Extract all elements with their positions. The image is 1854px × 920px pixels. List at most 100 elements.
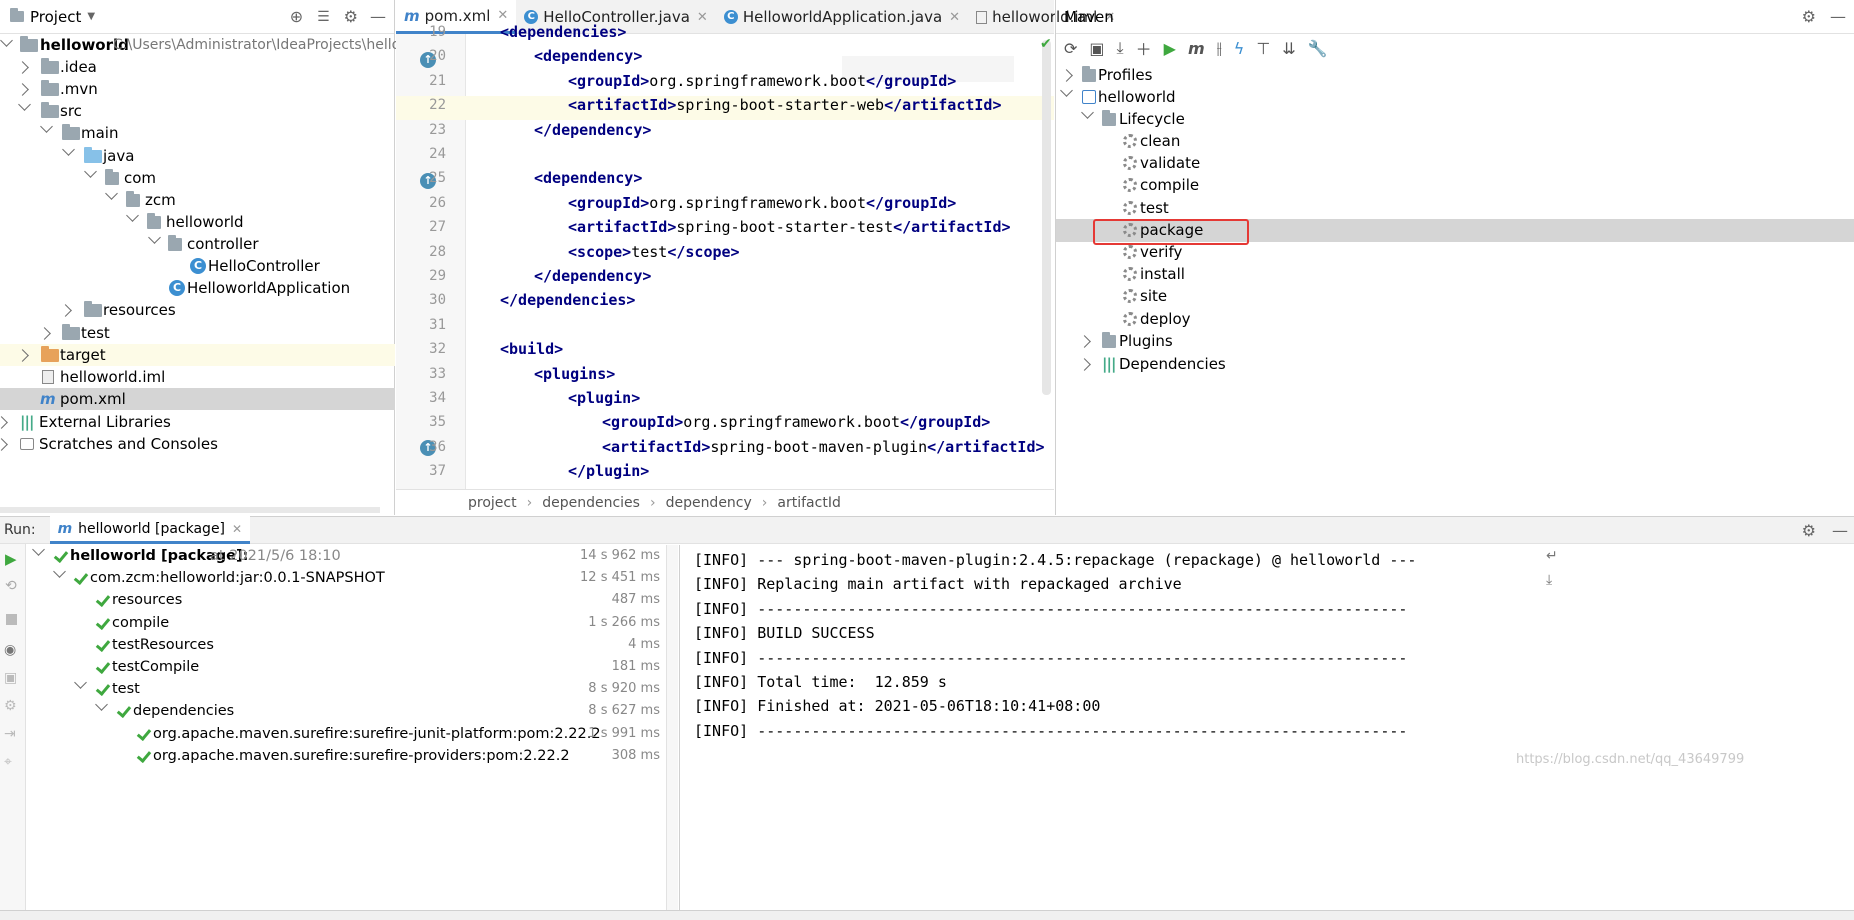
collapse-all-icon[interactable]: ⇊ xyxy=(1282,39,1295,58)
tree-item[interactable]: C HelloController xyxy=(0,255,395,277)
chevron-down-icon[interactable] xyxy=(95,698,108,712)
chevron-right-icon[interactable] xyxy=(59,304,72,317)
chevron-down-icon[interactable]: ▼ xyxy=(87,11,95,22)
chevron-down-icon[interactable] xyxy=(1060,84,1073,97)
run-tree-item[interactable]: org.apache.maven.surefire:surefire-junit… xyxy=(26,723,666,745)
tree-item-root[interactable]: helloworld C:\Users\Administrator\IdeaPr… xyxy=(0,34,426,56)
run-tree-item[interactable]: helloworld [package]: at 2021/5/6 18:10 14… xyxy=(26,543,666,567)
run-tree-item[interactable]: compile 1 s 266 ms xyxy=(26,612,666,634)
minimize-icon[interactable]: — xyxy=(1832,521,1848,540)
run-tree-item[interactable]: test 8 s 920 ms xyxy=(26,676,666,700)
tree-item[interactable]: .mvn xyxy=(0,78,395,100)
collapse-icon[interactable]: ☰ xyxy=(317,9,330,25)
rerun-failed-icon[interactable]: ⟲ xyxy=(5,578,17,594)
lifecycle-phase-clean[interactable]: clean xyxy=(1056,130,1854,152)
tree-item[interactable]: zcm xyxy=(0,187,395,211)
locate-icon[interactable]: ⊕ xyxy=(290,7,303,26)
close-icon[interactable]: ✕ xyxy=(697,10,708,25)
show-dependencies-icon[interactable]: ⊤ xyxy=(1256,39,1270,58)
generate-sources-icon[interactable]: ▣ xyxy=(1089,39,1104,58)
breadcrumb-item[interactable]: dependencies xyxy=(542,495,640,511)
settings-icon[interactable]: ⚙ xyxy=(4,698,17,714)
chevron-down-icon[interactable] xyxy=(18,98,31,111)
lifecycle-phase-install[interactable]: install xyxy=(1056,263,1854,285)
chevron-right-icon[interactable] xyxy=(1078,335,1091,348)
chevron-down-icon[interactable] xyxy=(148,231,161,244)
minimize-icon[interactable]: — xyxy=(370,7,386,26)
chevron-down-icon[interactable] xyxy=(84,165,97,178)
eye-icon[interactable]: ◉ xyxy=(4,642,16,658)
close-icon[interactable]: ✕ xyxy=(497,8,508,23)
tree-item[interactable]: main xyxy=(0,120,395,144)
close-icon[interactable]: ✕ xyxy=(949,10,960,25)
chevron-right-icon[interactable] xyxy=(38,327,51,340)
tree-scrollbar[interactable] xyxy=(666,545,678,910)
tab-helloworld-application[interactable]: C HelloworldApplication.java ✕ xyxy=(716,0,968,34)
editor-scrollbar[interactable] xyxy=(1042,40,1051,395)
chevron-right-icon[interactable] xyxy=(16,83,29,96)
toggle-offline-icon[interactable]: ⫲ xyxy=(1217,38,1222,58)
chevron-right-icon[interactable] xyxy=(1078,358,1091,371)
download-icon[interactable]: ⤓ xyxy=(1117,38,1124,58)
soft-wrap-icon[interactable]: ↵ xyxy=(1546,548,1570,564)
run-tree-item[interactable]: resources 487 ms xyxy=(26,589,666,611)
lifecycle-phase-validate[interactable]: validate xyxy=(1056,152,1854,174)
run-icon[interactable]: ▶ xyxy=(1164,39,1176,58)
chevron-down-icon[interactable] xyxy=(0,34,13,47)
chevron-down-icon[interactable] xyxy=(32,543,45,556)
tree-item[interactable]: controller xyxy=(0,231,395,255)
tree-item[interactable]: C HelloworldApplication xyxy=(0,277,395,299)
minimize-icon[interactable]: — xyxy=(1830,7,1846,26)
chevron-down-icon[interactable] xyxy=(40,120,53,133)
maven-goal-icon[interactable]: m xyxy=(1188,39,1205,58)
stop-icon[interactable] xyxy=(6,614,17,625)
breadcrumb-item[interactable]: dependency xyxy=(666,495,752,511)
lifecycle-phase-verify[interactable]: verify xyxy=(1056,241,1854,263)
lifecycle-phase-deploy[interactable]: deploy xyxy=(1056,308,1854,330)
tree-item-selected[interactable]: m pom.xml xyxy=(0,388,395,410)
tree-item[interactable]: java xyxy=(0,143,395,167)
lifecycle-phase-site[interactable]: site xyxy=(1056,285,1854,307)
tree-item[interactable]: .idea xyxy=(0,56,395,78)
tree-item[interactable]: com xyxy=(0,165,395,189)
maven-profiles[interactable]: Profiles xyxy=(1056,64,1854,86)
chevron-down-icon[interactable] xyxy=(62,143,75,156)
chevron-down-icon[interactable] xyxy=(1081,106,1094,119)
tree-item[interactable]: target xyxy=(0,344,395,366)
chevron-down-icon[interactable] xyxy=(126,209,139,222)
chevron-down-icon[interactable] xyxy=(53,565,66,579)
breadcrumb-item[interactable]: project xyxy=(468,495,517,511)
chevron-down-icon[interactable] xyxy=(105,187,118,200)
lifecycle-phase-package[interactable]: package xyxy=(1056,219,1854,241)
chevron-right-icon[interactable] xyxy=(0,438,8,451)
camera-icon[interactable]: ▣ xyxy=(4,670,17,686)
chevron-right-icon[interactable] xyxy=(0,416,8,429)
scroll-to-end-icon[interactable]: ⤓ xyxy=(1546,572,1570,588)
chevron-right-icon[interactable] xyxy=(16,349,29,362)
maven-plugins[interactable]: Plugins xyxy=(1056,330,1854,352)
add-icon[interactable]: ＋ xyxy=(1136,36,1152,60)
tree-item[interactable]: helloworld xyxy=(0,209,395,233)
tree-item[interactable]: resources xyxy=(0,299,395,321)
project-panel-title[interactable]: Project xyxy=(30,8,81,26)
pin-icon[interactable]: ⌖ xyxy=(4,754,12,770)
tree-item[interactable]: helloworld.iml xyxy=(0,366,395,388)
wrench-icon[interactable]: 🔧 xyxy=(1308,39,1328,58)
run-tab[interactable]: m helloworld [package] ✕ xyxy=(49,516,251,544)
exit-icon[interactable]: ⇥ xyxy=(4,726,16,742)
lifecycle-phase-test[interactable]: test xyxy=(1056,197,1854,219)
tree-item[interactable]: test xyxy=(0,322,395,344)
run-tree-item[interactable]: org.apache.maven.surefire:surefire-provi… xyxy=(26,745,666,767)
breadcrumb-item[interactable]: artifactId xyxy=(777,495,840,511)
gear-icon[interactable]: ⚙ xyxy=(1802,521,1816,540)
tree-item[interactable]: ||| External Libraries xyxy=(0,411,395,433)
lifecycle-phase-compile[interactable]: compile xyxy=(1056,174,1854,196)
chevron-right-icon[interactable] xyxy=(16,61,29,74)
rerun-icon[interactable]: ▶ xyxy=(5,550,17,568)
run-tree-item[interactable]: testResources 4 ms xyxy=(26,634,666,656)
close-icon[interactable]: ✕ xyxy=(232,522,242,536)
run-tree-item[interactable]: dependencies 8 s 627 ms xyxy=(26,698,666,722)
run-tree-item[interactable]: com.zcm:helloworld:jar:0.0.1-SNAPSHOT 12 … xyxy=(26,565,666,589)
chevron-right-icon[interactable] xyxy=(1060,69,1073,82)
gear-icon[interactable]: ⚙ xyxy=(1802,7,1816,26)
